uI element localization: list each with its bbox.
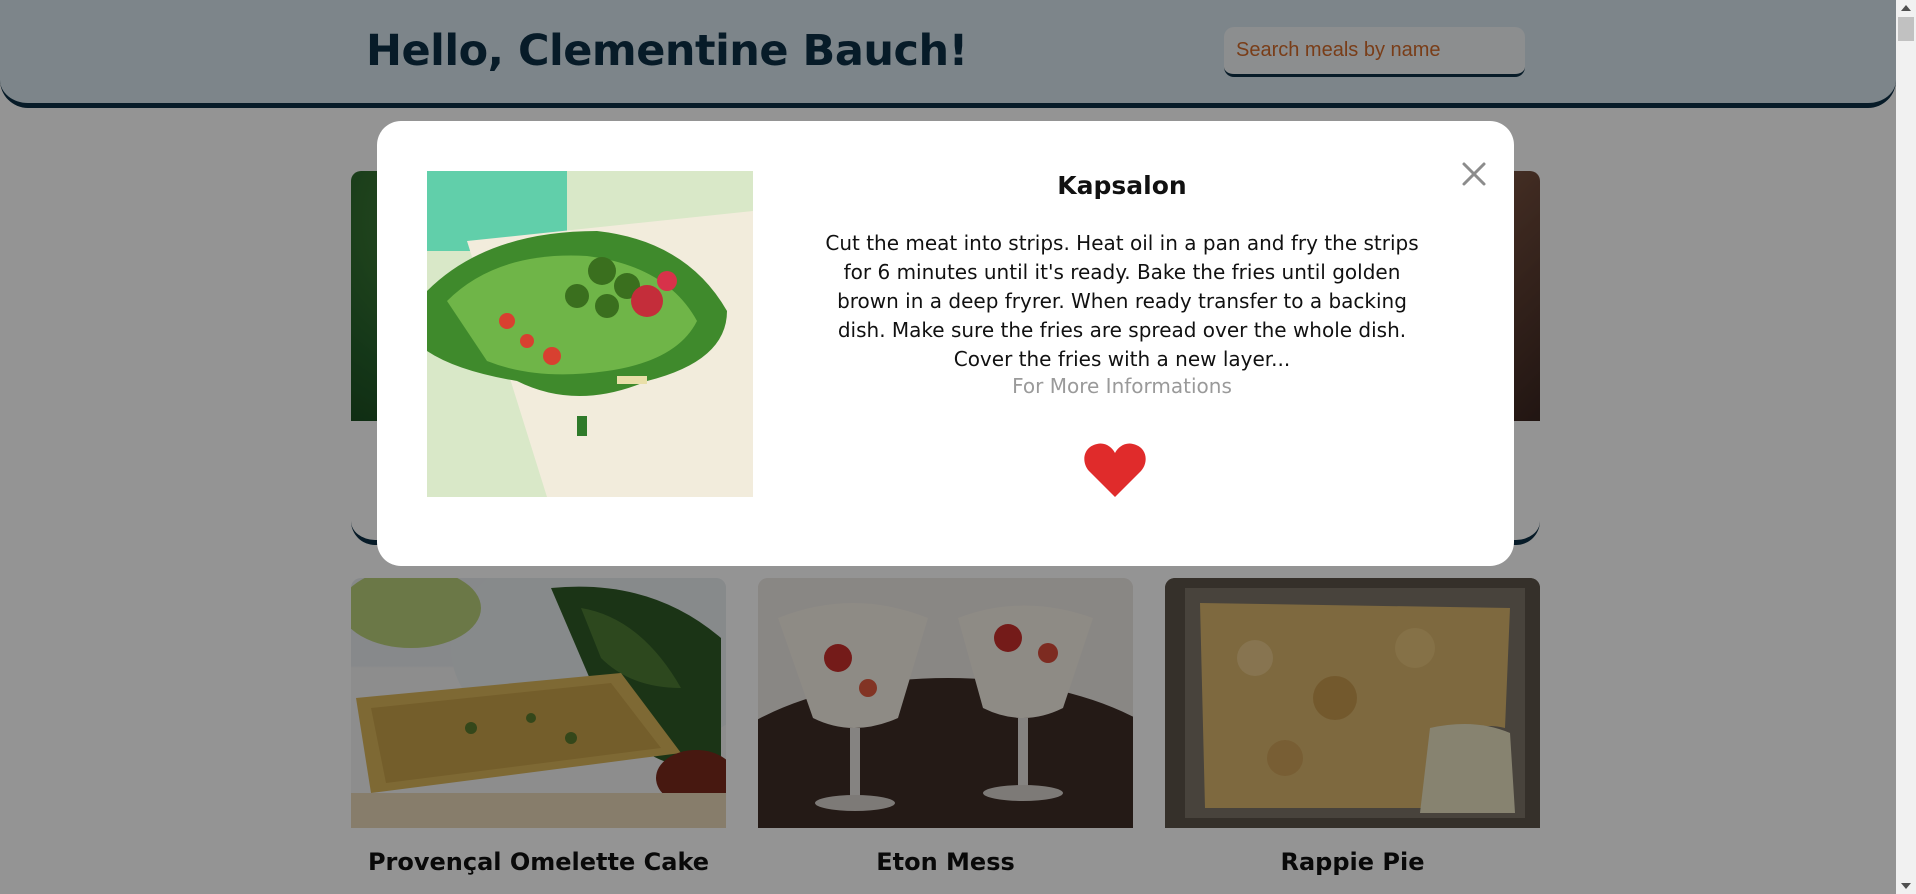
close-x-shape [1462,162,1486,186]
vertical-scrollbar[interactable] [1896,0,1916,894]
close-icon[interactable] [1458,158,1490,190]
meal-details-modal: Kapsalon Cut the meat into strips. Heat … [377,121,1514,566]
meal-details-description: Cut the meat into strips. Heat oil in a … [825,231,1419,371]
kapsalon-illustration [427,171,753,497]
scroll-down-icon[interactable] [1896,878,1916,894]
meal-details-title: Kapsalon [1057,171,1187,200]
more-info-link[interactable]: For More Informations [822,374,1422,398]
favorite-heart-shape [1084,443,1146,497]
scroll-up-icon[interactable] [1896,0,1916,16]
heart-icon[interactable] [1083,441,1147,499]
meal-details-image [427,171,753,497]
scrollbar-thumb[interactable] [1898,17,1914,41]
